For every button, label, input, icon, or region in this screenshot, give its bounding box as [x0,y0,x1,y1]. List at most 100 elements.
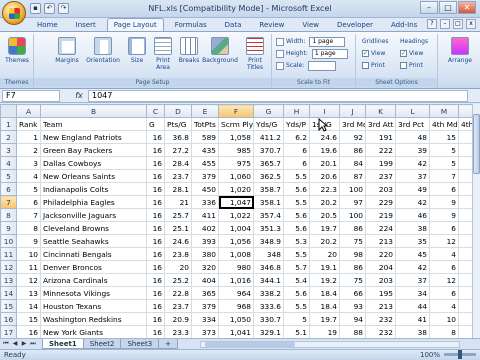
cell[interactable]: 97 [339,195,366,209]
cell[interactable]: 357.4 [253,208,284,222]
cell[interactable]: 450 [191,182,219,196]
gridlines-view-checkbox[interactable]: ✓ View [362,49,385,58]
cell[interactable]: 224 [365,221,396,235]
cell[interactable]: 34 [395,286,430,300]
cell[interactable]: 5.1 [283,325,310,338]
header-cell[interactable]: Rank [16,117,41,131]
cell[interactable]: 4 [429,247,459,261]
cell[interactable]: 25.2 [164,273,192,287]
cell[interactable]: 13 [16,286,41,300]
cell[interactable]: 8 [458,299,472,313]
cell[interactable]: 41 [395,312,430,326]
header-cell[interactable]: 3rd Md [339,117,366,131]
cell[interactable]: 86 [339,260,366,274]
vertical-scroll-thumb[interactable] [473,114,480,174]
cell[interactable]: 336 [191,195,219,209]
cell[interactable]: 46 [395,208,430,222]
cell[interactable]: 11 [458,260,472,274]
cell[interactable]: 358.1 [253,195,284,209]
cell[interactable]: 5 [429,143,459,157]
ribbon-close-icon[interactable]: x [466,19,476,29]
last-sheet-icon[interactable]: ⏭ [29,340,37,348]
cell[interactable]: 28.1 [164,182,192,196]
row-header[interactable]: 6 [0,182,17,196]
cell[interactable]: 1,022 [218,208,254,222]
cell[interactable]: 16 [16,325,41,338]
cell[interactable]: 229 [365,195,396,209]
cell[interactable]: 16 [146,312,165,326]
cell[interactable]: 191 [365,130,396,144]
cell[interactable]: 6 [429,286,459,300]
cell[interactable]: 20 [164,260,192,274]
cell[interactable]: 1,050 [218,312,254,326]
cell[interactable]: 16 [146,273,165,287]
tab-formulas[interactable]: Formulas [168,18,214,31]
cell[interactable]: Cincinnati Bengals [40,247,147,261]
row-header[interactable]: 5 [0,169,17,183]
cell[interactable]: Indianapolis Colts [40,182,147,196]
cell[interactable]: 1,020 [218,182,254,196]
cell[interactable]: 5.6 [283,221,310,235]
maximize-button[interactable]: □ [439,1,457,14]
cell[interactable]: 5.6 [283,182,310,196]
header-cell[interactable]: Team [40,117,147,131]
cell[interactable]: Minnesota Vikings [40,286,147,300]
row-header[interactable]: 7 [0,195,17,209]
cell[interactable]: 88 [339,325,366,338]
sheet-tab-sheet2[interactable]: Sheet2 [82,339,122,349]
name-box[interactable]: F7 [2,90,60,102]
row-header[interactable]: 1 [0,117,17,131]
cell[interactable]: New England Patriots [40,130,147,144]
cell[interactable]: 20.5 [309,208,340,222]
cell[interactable]: 23.7 [164,169,192,183]
cell[interactable]: 37 [395,273,430,287]
column-header[interactable]: L [395,104,430,118]
cell[interactable]: 94 [339,312,366,326]
cell[interactable]: 93 [339,299,366,313]
cell[interactable]: 320 [191,260,219,274]
worksheet-grid[interactable]: A B C D E F G H I J K L M N 1RankTeamGPt… [0,104,472,338]
cell[interactable]: Green Bay Packers [40,143,147,157]
cell[interactable]: 16 [146,182,165,196]
cell[interactable]: 18 [458,273,472,287]
cell[interactable]: 25.7 [164,208,192,222]
cell[interactable]: Arizona Cardinals [40,273,147,287]
row-header[interactable]: 2 [0,130,17,144]
tab-insert[interactable]: Insert [69,18,103,31]
tab-home[interactable]: Home [30,18,65,31]
cell[interactable]: 98 [339,247,366,261]
cell[interactable]: 985 [218,143,254,157]
cell[interactable]: 213 [365,299,396,313]
cell[interactable]: 980 [218,260,254,274]
cell[interactable]: 393 [191,234,219,248]
column-header[interactable]: A [16,104,41,118]
cell[interactable]: 220 [365,247,396,261]
cell[interactable]: Seattle Seahawks [40,234,147,248]
cell[interactable]: 9 [16,234,41,248]
sheet-tab-sheet1[interactable]: Sheet1 [42,339,84,349]
formula-input[interactable]: 1047 [88,90,468,102]
cell[interactable]: 232 [365,325,396,338]
cell[interactable]: 1,016 [218,273,254,287]
cell[interactable]: 219 [365,208,396,222]
cell[interactable]: 204 [365,260,396,274]
close-button[interactable]: ✕ [458,1,476,14]
cell[interactable]: 213 [365,234,396,248]
cell[interactable]: 20.2 [309,234,340,248]
cell[interactable]: 17 [458,234,472,248]
cell[interactable]: 348 [253,247,284,261]
width-select[interactable]: 1 page [309,36,346,47]
row-header[interactable]: 15 [0,299,17,313]
headings-print-checkbox[interactable]: Print [400,61,423,70]
themes-button[interactable]: Themes [4,37,30,64]
cell[interactable]: 334 [191,312,219,326]
cell[interactable]: 1,041 [218,325,254,338]
background-button[interactable]: Background [202,37,238,64]
column-header[interactable]: D [164,104,192,118]
tab-developer[interactable]: Developer [330,18,380,31]
cell[interactable]: 5.5 [283,247,310,261]
cell[interactable]: 6 [16,195,41,209]
cell[interactable]: 19.1 [309,260,340,274]
cell[interactable]: 14 [16,299,41,313]
tab-data[interactable]: Data [218,18,249,31]
